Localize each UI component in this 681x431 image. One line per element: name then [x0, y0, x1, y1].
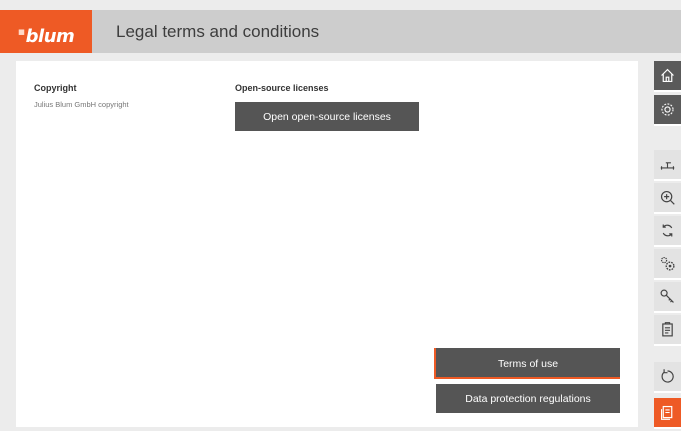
page-title: Legal terms and conditions [116, 22, 320, 41]
open-source-licenses-button[interactable]: Open open-source licenses [235, 102, 419, 131]
header-bar [0, 10, 681, 53]
reset-icon [661, 369, 674, 383]
blum-logo: ▪blum [0, 10, 92, 53]
terms-of-use-button[interactable]: Terms of use [434, 348, 620, 379]
zoom-icon [660, 190, 675, 205]
gears-icon [660, 256, 675, 271]
measure-icon [660, 162, 675, 170]
data-protection-button[interactable]: Data protection regulations [436, 384, 620, 413]
home-icon [661, 68, 674, 83]
open-source-heading: Open-source licenses [235, 83, 329, 93]
logo-text: blum [25, 26, 75, 47]
sidebar-legal-button[interactable] [654, 398, 681, 429]
sync-icon [662, 224, 673, 237]
sidebar-sync-button[interactable] [654, 216, 681, 247]
legal-document-icon [660, 405, 673, 420]
sidebar-reset-button[interactable] [654, 362, 681, 393]
copyright-text: Julius Blum GmbH copyright [34, 100, 129, 109]
key-icon [660, 289, 674, 303]
logo-mark-icon: ▪ [17, 25, 25, 38]
sidebar-home-button[interactable] [654, 61, 681, 92]
content-panel: Copyright Julius Blum GmbH copyright Ope… [16, 61, 638, 427]
sidebar-gears-button[interactable] [654, 249, 681, 280]
settings-icon [661, 103, 674, 116]
sidebar-settings-button[interactable] [654, 95, 681, 126]
clipboard-icon [662, 322, 673, 337]
sidebar-zoom-button[interactable] [654, 183, 681, 214]
right-sidebar [654, 61, 681, 431]
copyright-heading: Copyright [34, 83, 77, 93]
sidebar-key-button[interactable] [654, 282, 681, 313]
sidebar-clipboard-button[interactable] [654, 315, 681, 346]
sidebar-measure-button[interactable] [654, 150, 681, 181]
